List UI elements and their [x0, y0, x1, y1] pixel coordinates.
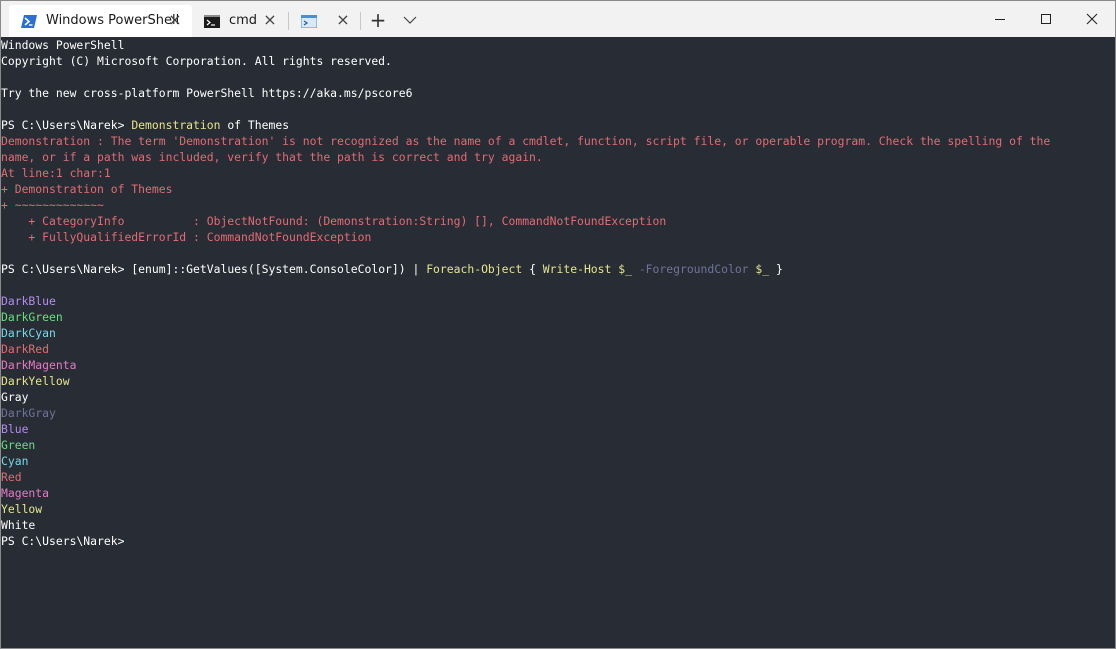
- tab-close-icon[interactable]: ×: [262, 12, 278, 28]
- color-output-line: White: [1, 518, 36, 532]
- command-args: of Themes: [220, 118, 290, 132]
- color-output-line: Blue: [1, 422, 29, 436]
- command-text: [632, 262, 639, 276]
- chevron-down-icon: [403, 16, 417, 24]
- new-tab-button[interactable]: +: [367, 9, 389, 31]
- error-line: Demonstration : The term 'Demonstration'…: [1, 134, 1051, 148]
- tab-divider: [360, 12, 361, 30]
- tab-cmd[interactable]: cmd ×: [192, 5, 288, 37]
- prompt: PS C:\Users\Narek>: [1, 262, 132, 276]
- color-output-line: DarkYellow: [1, 374, 70, 388]
- close-window-button[interactable]: [1069, 1, 1115, 37]
- cmd-icon: [204, 15, 220, 28]
- command-line: PS C:\Users\Narek> [enum]::GetValues([Sy…: [1, 261, 783, 277]
- banner-line: Windows PowerShell: [1, 38, 125, 52]
- title-bar: Windows PowerShell × cmd × × +: [1, 1, 1115, 37]
- tab-azure-cloud-shell[interactable]: ×: [289, 5, 359, 37]
- prompt: PS C:\Users\Narek>: [1, 118, 132, 132]
- command-line: PS C:\Users\Narek> Demonstration of Them…: [1, 117, 289, 133]
- close-icon: [1086, 13, 1098, 25]
- error-line: name, or if a path was included, verify …: [1, 150, 543, 164]
- command-name: Demonstration: [131, 118, 221, 132]
- color-output-line: DarkCyan: [1, 326, 56, 340]
- banner-line: Copyright (C) Microsoft Corporation. All…: [1, 54, 392, 68]
- command-text: [enum]::GetValues([System.ConsoleColor])…: [131, 262, 427, 276]
- variable: $_: [755, 262, 770, 276]
- banner-line: Try the new cross-platform PowerShell ht…: [1, 86, 413, 100]
- tab-label: Windows PowerShell: [46, 13, 180, 28]
- color-output-line: DarkRed: [1, 342, 50, 356]
- tab-windows-powershell[interactable]: Windows PowerShell ×: [9, 5, 192, 37]
- color-output-line: DarkGray: [1, 406, 56, 420]
- final-prompt: PS C:\Users\Narek>: [1, 534, 125, 548]
- command-text: }: [769, 262, 783, 276]
- terminal-window: Windows PowerShell × cmd × × + Windows P…: [0, 0, 1116, 649]
- tab-label: cmd: [229, 13, 258, 28]
- color-output-line: Black: [1, 278, 36, 292]
- tab-close-icon[interactable]: ×: [167, 12, 183, 28]
- minimize-icon: [995, 19, 1005, 20]
- error-line: At line:1 char:1: [1, 166, 111, 180]
- tab-dropdown-button[interactable]: [399, 9, 421, 31]
- error-line: + FullyQualifiedErrorId : CommandNotFoun…: [1, 230, 372, 244]
- terminal-output[interactable]: Windows PowerShell Copyright (C) Microso…: [1, 37, 1115, 648]
- command-text: {: [522, 262, 543, 276]
- error-line: + ~~~~~~~~~~~~~: [1, 198, 104, 212]
- color-output-line: Gray: [1, 390, 29, 404]
- color-output-line: Magenta: [1, 486, 50, 500]
- error-line: + Demonstration of Themes: [1, 182, 173, 196]
- color-output-line: Cyan: [1, 454, 29, 468]
- maximize-button[interactable]: [1023, 1, 1069, 37]
- minimize-button[interactable]: [977, 1, 1023, 37]
- color-output-line: DarkBlue: [1, 294, 56, 308]
- error-line: + CategoryInfo : ObjectNotFound: (Demons…: [1, 214, 667, 228]
- cmdlet-name: Write-Host: [542, 262, 612, 276]
- tab-close-icon[interactable]: ×: [335, 12, 351, 28]
- cmdlet-name: Foreach-Object: [426, 262, 523, 276]
- parameter: -ForegroundColor: [638, 262, 749, 276]
- color-output-line: Green: [1, 438, 36, 452]
- azure-cloud-shell-icon: [301, 15, 317, 28]
- color-output-line: DarkGreen: [1, 310, 63, 324]
- color-output-line: DarkMagenta: [1, 358, 77, 372]
- variable: $_: [618, 262, 632, 276]
- maximize-icon: [1041, 14, 1051, 24]
- color-output-line: Red: [1, 470, 22, 484]
- powershell-icon: [21, 15, 37, 28]
- color-output-line: Yellow: [1, 502, 43, 516]
